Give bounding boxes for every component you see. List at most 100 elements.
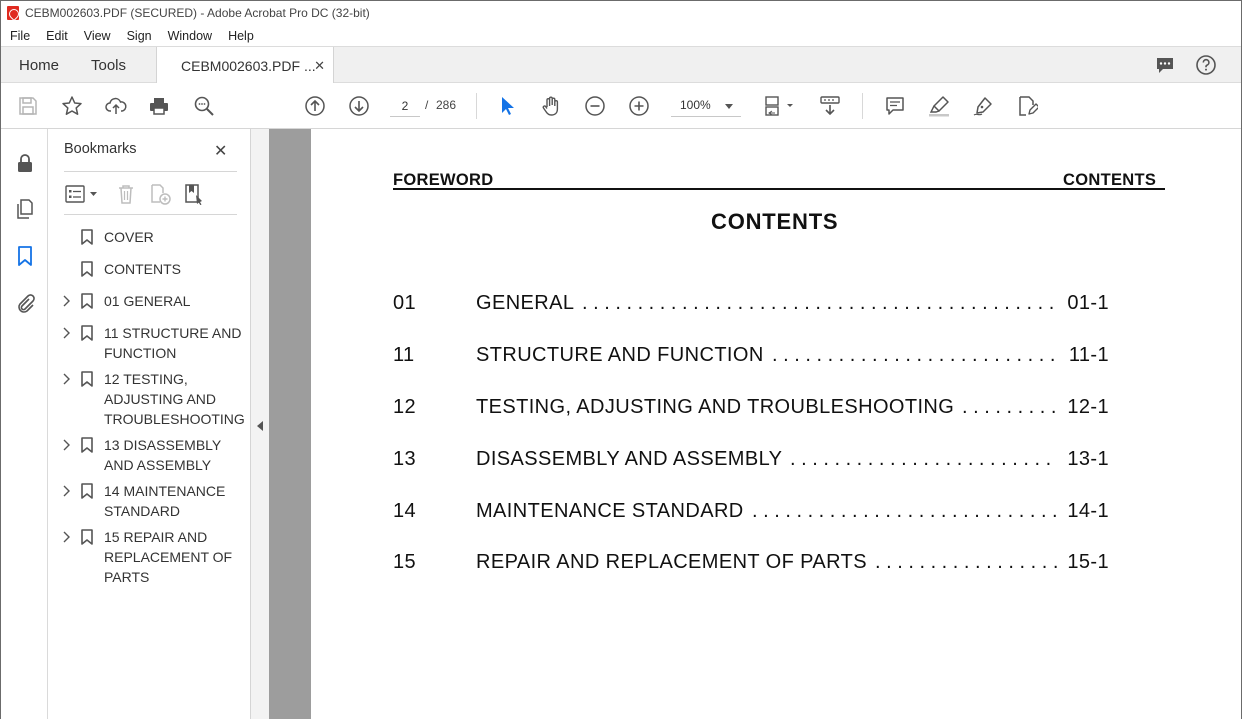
toc-leader: . . . . . . . . . . . . . . . . . . . . … xyxy=(752,500,1057,522)
bookmark-label: 13 DISASSEMBLY AND ASSEMBLY xyxy=(104,437,221,473)
scroll-mode-icon[interactable] xyxy=(818,94,842,118)
hand-tool-icon[interactable] xyxy=(539,94,563,118)
bookmark-label: 11 STRUCTURE AND FUNCTION xyxy=(104,325,242,361)
title-bar: CEBM002603.PDF (SECURED) - Adobe Acrobat… xyxy=(1,1,1241,25)
menu-edit[interactable]: Edit xyxy=(37,29,75,43)
bookmark-flag-icon xyxy=(81,529,93,545)
bookmark-label: 15 REPAIR AND REPLACEMENT OF PARTS xyxy=(104,529,233,585)
tab-home[interactable]: Home xyxy=(19,47,59,83)
bookmark-item-contents[interactable]: CONTENTS xyxy=(48,259,251,279)
close-panel-icon[interactable]: ✕ xyxy=(214,141,227,161)
previous-page-icon[interactable] xyxy=(303,94,327,118)
toc-leader: . . . . . . . . . . . . . . . . . . . . … xyxy=(790,448,1057,470)
bookmark-flag-icon xyxy=(81,371,93,387)
page-title: CONTENTS xyxy=(711,209,839,234)
tab-tools[interactable]: Tools xyxy=(91,47,126,83)
toolbar-divider xyxy=(476,93,477,119)
delete-bookmark-icon[interactable] xyxy=(114,182,138,206)
bookmarks-toolbar xyxy=(64,171,237,215)
toolbar: / 286 100% xyxy=(1,83,1241,129)
bookmark-options-icon[interactable] xyxy=(64,182,100,206)
toc-leader: . . . . . . . . . . . . . . . . . . . . … xyxy=(582,292,1057,314)
chevron-down-icon xyxy=(725,104,733,109)
print-icon[interactable] xyxy=(147,94,171,118)
toc-title: REPAIR AND REPLACEMENT OF PARTS xyxy=(476,551,868,573)
bookmark-flag-icon xyxy=(81,293,93,309)
chevron-right-icon[interactable] xyxy=(62,439,70,451)
comment-icon[interactable] xyxy=(883,94,907,118)
toc-page: 15-1 xyxy=(1067,551,1109,573)
window-title: CEBM002603.PDF (SECURED) - Adobe Acrobat… xyxy=(25,6,370,20)
draw-pen-icon[interactable] xyxy=(971,94,995,118)
page-separator: / xyxy=(425,98,429,112)
document-viewport[interactable]: FOREWORD CONTENTS CONTENTS 01 GENERAL . … xyxy=(269,129,1241,719)
menu-file[interactable]: File xyxy=(1,29,37,43)
bookmark-item-disassembly[interactable]: 13 DISASSEMBLY AND ASSEMBLY xyxy=(48,435,251,475)
new-bookmark-icon[interactable] xyxy=(148,182,172,206)
page-thumbnails-icon[interactable] xyxy=(13,197,37,221)
left-navigation-rail xyxy=(1,129,48,719)
bookmarks-panel: Bookmarks ✕ COVER CONTENTS 01 GENERAL 11… xyxy=(48,129,251,719)
chevron-right-icon[interactable] xyxy=(62,327,70,339)
highlight-pen-icon[interactable] xyxy=(927,94,951,118)
comment-bubble-icon[interactable] xyxy=(1154,54,1176,76)
menu-window[interactable]: Window xyxy=(159,29,219,43)
toc-page: 13-1 xyxy=(1067,448,1109,470)
tab-document[interactable]: CEBM002603.PDF ... ✕ xyxy=(156,47,334,84)
total-pages: 286 xyxy=(436,98,457,112)
toc-title: DISASSEMBLY AND ASSEMBLY xyxy=(476,448,783,470)
zoom-search-icon[interactable] xyxy=(192,94,216,118)
bookmark-label: 01 GENERAL xyxy=(104,293,191,309)
toolbar-divider xyxy=(862,93,863,119)
acrobat-logo-icon xyxy=(7,6,19,20)
chevron-right-icon[interactable] xyxy=(62,485,70,497)
chevron-right-icon[interactable] xyxy=(62,373,70,385)
page-number-input[interactable] xyxy=(390,95,420,117)
collapse-arrow-icon[interactable] xyxy=(257,421,263,431)
page-fit-icon[interactable] xyxy=(763,94,799,118)
toc-row: 11 STRUCTURE AND FUNCTION . . . . . . . … xyxy=(393,344,1109,370)
lock-icon[interactable] xyxy=(13,151,37,175)
zoom-in-icon[interactable] xyxy=(627,94,651,118)
close-tab-icon[interactable]: ✕ xyxy=(314,58,325,74)
menu-view[interactable]: View xyxy=(75,29,118,43)
menu-sign[interactable]: Sign xyxy=(118,29,159,43)
bookmark-label: 12 TESTING, ADJUSTING AND TROUBLESHOOTIN… xyxy=(104,371,245,427)
bookmarks-panel-icon[interactable] xyxy=(13,244,37,268)
bookmark-item-general[interactable]: 01 GENERAL xyxy=(48,291,251,311)
tab-document-label: CEBM002603.PDF ... xyxy=(181,57,316,74)
chevron-right-icon[interactable] xyxy=(62,295,70,307)
bookmark-search-icon[interactable] xyxy=(182,182,206,206)
bookmark-item-cover[interactable]: COVER xyxy=(48,227,251,247)
tab-row: Home Tools CEBM002603.PDF ... ✕ xyxy=(1,46,1241,84)
cloud-upload-icon[interactable] xyxy=(104,94,128,118)
toc-number: 01 xyxy=(393,292,417,314)
help-icon[interactable] xyxy=(1195,54,1217,76)
toc-row: 15 REPAIR AND REPLACEMENT OF PARTS . . .… xyxy=(393,551,1109,577)
edit-document-icon[interactable] xyxy=(1015,94,1039,118)
next-page-icon[interactable] xyxy=(347,94,371,118)
toc-row: 13 DISASSEMBLY AND ASSEMBLY . . . . . . … xyxy=(393,448,1109,474)
toc-title: MAINTENANCE STANDARD xyxy=(476,500,744,522)
toc-row: 14 MAINTENANCE STANDARD . . . . . . . . … xyxy=(393,500,1109,526)
toc-number: 15 xyxy=(393,551,417,573)
attachments-icon[interactable] xyxy=(13,291,37,315)
toc-number: 14 xyxy=(393,500,417,522)
save-icon[interactable] xyxy=(16,94,40,118)
zoom-out-icon[interactable] xyxy=(583,94,607,118)
bookmark-flag-icon xyxy=(81,437,93,453)
select-cursor-icon[interactable] xyxy=(495,94,519,118)
bookmark-item-structure[interactable]: 11 STRUCTURE AND FUNCTION xyxy=(48,323,251,363)
header-rule xyxy=(393,188,1165,190)
toc-leader: . . . . . . . . . . . . . . . . . . . . … xyxy=(772,344,1059,366)
panel-splitter[interactable] xyxy=(251,129,269,719)
toc-title: TESTING, ADJUSTING AND TROUBLESHOOTING xyxy=(476,396,955,418)
zoom-dropdown[interactable]: 100% xyxy=(671,95,741,117)
menu-help[interactable]: Help xyxy=(219,29,261,43)
bookmark-item-repair[interactable]: 15 REPAIR AND REPLACEMENT OF PARTS xyxy=(48,527,251,587)
bookmark-item-testing[interactable]: 12 TESTING, ADJUSTING AND TROUBLESHOOTIN… xyxy=(48,369,251,429)
chevron-right-icon[interactable] xyxy=(62,531,70,543)
star-icon[interactable] xyxy=(60,94,84,118)
bookmark-item-maintenance[interactable]: 14 MAINTENANCE STANDARD xyxy=(48,481,251,521)
toc-number: 11 xyxy=(393,344,415,366)
